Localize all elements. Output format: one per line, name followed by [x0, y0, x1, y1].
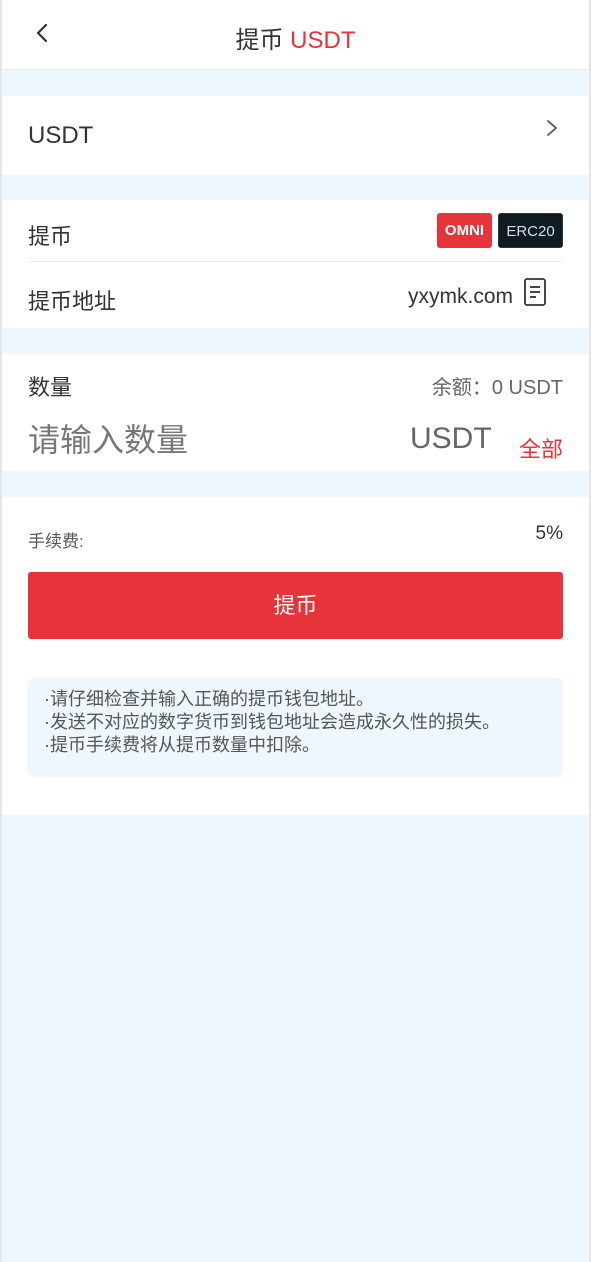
network-omni-button[interactable]: OMNI [437, 213, 492, 248]
page-title: 提币 USDT [2, 20, 589, 55]
withdraw-section: 提币 OMNI ERC20 提币地址 yxymk.com [2, 200, 589, 328]
amount-input[interactable] [28, 418, 378, 462]
address-label: 提币地址 [28, 289, 117, 314]
amount-section: 数量 余额：0 USDT USDT 全部 [2, 354, 589, 471]
coin-name: USDT [28, 122, 94, 149]
fee-value: 5% [535, 523, 563, 544]
notice-line: ·发送不对应的数字货币到钱包地址会造成永久性的损失。 [44, 712, 500, 732]
top-header: 提币 USDT [2, 0, 589, 70]
title-prefix: 提币 [235, 27, 284, 54]
fee-label: 手续费: [28, 532, 84, 551]
fee-section: 手续费: 5% 提币 ·请仔细检查并输入正确的提币钱包地址。 ·发送不对应的数字… [2, 497, 589, 815]
balance-text: 余额：0 USDT [431, 377, 563, 399]
notice-line: ·提币手续费将从提币数量中扣除。 [44, 735, 320, 755]
amount-unit: USDT [410, 422, 492, 455]
coin-selector[interactable]: USDT [2, 96, 589, 175]
chevron-right-icon [547, 120, 557, 136]
notice-box: ·请仔细检查并输入正确的提币钱包地址。 ·发送不对应的数字货币到钱包地址会造成永… [28, 678, 563, 777]
document-icon[interactable] [523, 277, 547, 307]
amount-label: 数量 [28, 375, 73, 400]
divider [28, 261, 563, 262]
network-erc20-button[interactable]: ERC20 [498, 213, 563, 248]
withdraw-submit-button[interactable]: 提币 [28, 572, 563, 639]
title-coin: USDT [290, 27, 356, 54]
notice-line: ·请仔细检查并输入正确的提币钱包地址。 [44, 689, 374, 709]
withdraw-label: 提币 [28, 224, 73, 249]
all-button[interactable]: 全部 [519, 432, 563, 464]
address-value[interactable]: yxymk.com [408, 285, 513, 309]
